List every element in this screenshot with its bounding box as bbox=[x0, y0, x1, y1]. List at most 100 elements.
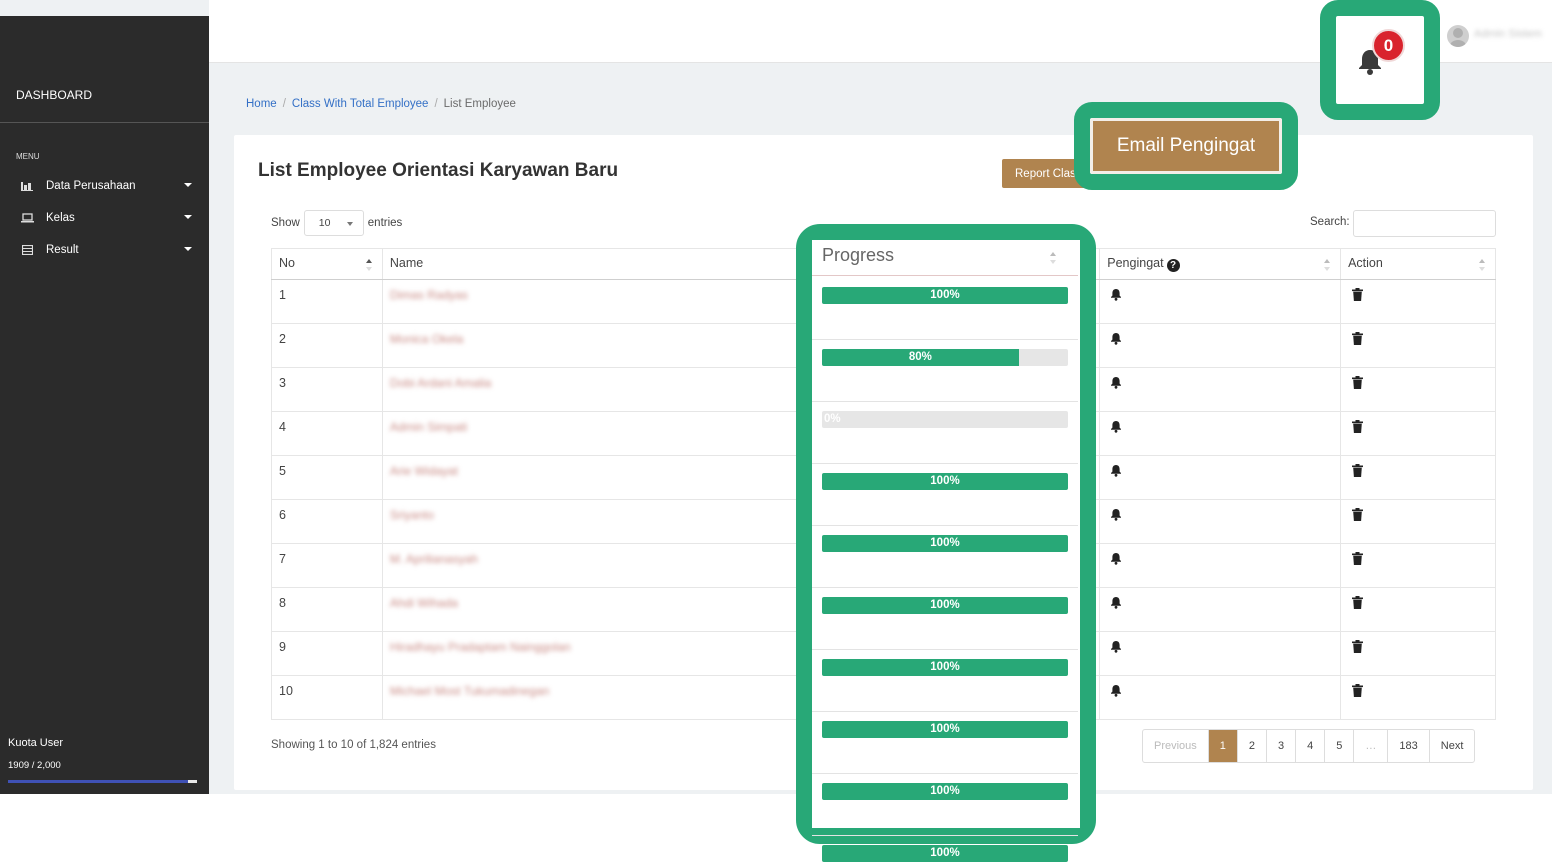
cell-pengingat bbox=[1099, 323, 1342, 368]
pagination-page: … bbox=[1354, 730, 1389, 762]
trash-icon[interactable] bbox=[1352, 420, 1364, 436]
sidebar: DASHBOARD MENU Data Perusahaan Kelas Res… bbox=[0, 16, 209, 794]
pagination-page[interactable]: 1 bbox=[1208, 730, 1238, 762]
cell-no: 7 bbox=[271, 543, 383, 588]
trash-icon[interactable] bbox=[1352, 508, 1364, 524]
bell-icon[interactable] bbox=[1110, 640, 1122, 656]
chevron-down-icon bbox=[184, 215, 192, 219]
cell-action bbox=[1340, 367, 1496, 412]
column-header-no[interactable]: No bbox=[271, 248, 383, 280]
help-icon[interactable]: ? bbox=[1166, 259, 1180, 272]
column-header-pengingat[interactable]: Pengingat? bbox=[1099, 248, 1342, 280]
progress-bar: 100% bbox=[822, 845, 1068, 862]
employee-name: Arie Widayat bbox=[389, 464, 458, 478]
trash-icon[interactable] bbox=[1352, 376, 1364, 392]
email-pengingat-button[interactable]: Email Pengingat bbox=[1090, 118, 1282, 174]
search-input[interactable] bbox=[1353, 210, 1496, 237]
trash-icon[interactable] bbox=[1352, 640, 1364, 656]
progress-row-divider bbox=[812, 525, 1078, 526]
progress-row-divider bbox=[812, 401, 1078, 402]
cell-action bbox=[1340, 279, 1496, 324]
employee-name: Dobi Ardani Amalia bbox=[389, 376, 492, 390]
cell-pengingat bbox=[1099, 279, 1342, 324]
sidebar-item-label: Result bbox=[46, 244, 79, 256]
cell-pengingat bbox=[1099, 367, 1342, 412]
bell-icon[interactable] bbox=[1110, 376, 1122, 392]
progress-row-divider bbox=[812, 649, 1078, 650]
pagination-page[interactable]: 3 bbox=[1267, 730, 1297, 762]
progress-row-divider bbox=[812, 339, 1078, 340]
laptop-icon bbox=[20, 212, 34, 224]
bell-icon[interactable] bbox=[1110, 332, 1122, 348]
column-header-action[interactable]: Action bbox=[1340, 248, 1496, 280]
kuota-label: Kuota User bbox=[8, 737, 64, 749]
employee-name: Sriyanto bbox=[389, 508, 434, 522]
chevron-down-icon bbox=[184, 247, 192, 251]
progress-bar: 100% bbox=[822, 721, 1068, 738]
kuota-progress-fill bbox=[8, 780, 189, 783]
cell-no: 10 bbox=[271, 675, 383, 720]
user-name[interactable]: Admin Sistem bbox=[1474, 28, 1542, 40]
cell-pengingat bbox=[1099, 675, 1342, 720]
sidebar-item-data-perusahaan[interactable]: Data Perusahaan bbox=[20, 176, 196, 196]
sidebar-item-kelas[interactable]: Kelas bbox=[20, 208, 196, 228]
progress-bar: 100% bbox=[822, 473, 1068, 490]
employee-name: M. Aprilianasyah bbox=[389, 552, 478, 566]
bell-icon[interactable] bbox=[1110, 508, 1122, 524]
pagination-next[interactable]: Next bbox=[1430, 730, 1475, 762]
cell-action bbox=[1340, 411, 1496, 456]
cell-pengingat bbox=[1099, 587, 1342, 632]
pagination-page[interactable]: 5 bbox=[1325, 730, 1355, 762]
trash-icon[interactable] bbox=[1352, 288, 1364, 304]
bar-chart-icon bbox=[20, 180, 34, 192]
table-icon bbox=[20, 244, 34, 256]
progress-label: 100% bbox=[930, 475, 960, 487]
trash-icon[interactable] bbox=[1352, 684, 1364, 700]
trash-icon[interactable] bbox=[1352, 596, 1364, 612]
progress-label: 80% bbox=[908, 351, 932, 363]
cell-action bbox=[1340, 543, 1496, 588]
sidebar-item-result[interactable]: Result bbox=[20, 240, 196, 260]
progress-label: 100% bbox=[930, 537, 960, 549]
bell-icon[interactable] bbox=[1110, 684, 1122, 700]
progress-bar: 100% bbox=[822, 287, 1068, 304]
pagination-page[interactable]: 2 bbox=[1238, 730, 1268, 762]
sidebar-item-label: Kelas bbox=[46, 212, 75, 224]
chevron-down-icon bbox=[184, 183, 192, 187]
cell-no: 9 bbox=[271, 631, 383, 676]
bell-icon[interactable] bbox=[1110, 596, 1122, 612]
column-header-progress[interactable]: Progress bbox=[822, 245, 894, 266]
bell-icon[interactable] bbox=[1110, 464, 1122, 480]
pagination-page[interactable]: 183 bbox=[1388, 730, 1430, 762]
progress-label: 100% bbox=[930, 661, 960, 673]
trash-icon[interactable] bbox=[1352, 552, 1364, 568]
progress-label: 0% bbox=[824, 413, 841, 425]
employee-name: Monica Okela bbox=[389, 332, 464, 346]
progress-row-divider bbox=[812, 773, 1078, 774]
search-label: Search: bbox=[1310, 216, 1350, 228]
sort-icon bbox=[1479, 259, 1485, 273]
page-title: List Employee Orientasi Karyawan Baru bbox=[258, 160, 619, 181]
sidebar-brand[interactable]: DASHBOARD bbox=[16, 88, 92, 102]
sidebar-item-label: Data Perusahaan bbox=[46, 180, 136, 192]
avatar[interactable] bbox=[1447, 25, 1469, 47]
breadcrumb-home[interactable]: Home bbox=[246, 98, 277, 110]
entries-select[interactable]: 10 bbox=[303, 210, 364, 236]
bell-icon[interactable] bbox=[1110, 552, 1122, 568]
progress-label: 100% bbox=[930, 847, 960, 859]
pagination-page[interactable]: 4 bbox=[1296, 730, 1326, 762]
sort-icon bbox=[365, 259, 372, 273]
bell-icon[interactable] bbox=[1110, 420, 1122, 436]
kuota-value: 1909 / 2,000 bbox=[8, 760, 61, 771]
entries-label: entries bbox=[367, 217, 403, 229]
cell-no: 4 bbox=[271, 411, 383, 456]
cell-pengingat bbox=[1099, 455, 1342, 500]
breadcrumb-class[interactable]: Class With Total Employee bbox=[292, 98, 429, 110]
trash-icon[interactable] bbox=[1352, 464, 1364, 480]
pagination-previous[interactable]: Previous bbox=[1143, 730, 1209, 762]
progress-bar: 80% bbox=[822, 349, 1068, 366]
progress-label: 100% bbox=[930, 785, 960, 797]
cell-action bbox=[1340, 499, 1496, 544]
trash-icon[interactable] bbox=[1352, 332, 1364, 348]
bell-icon[interactable] bbox=[1110, 288, 1122, 304]
